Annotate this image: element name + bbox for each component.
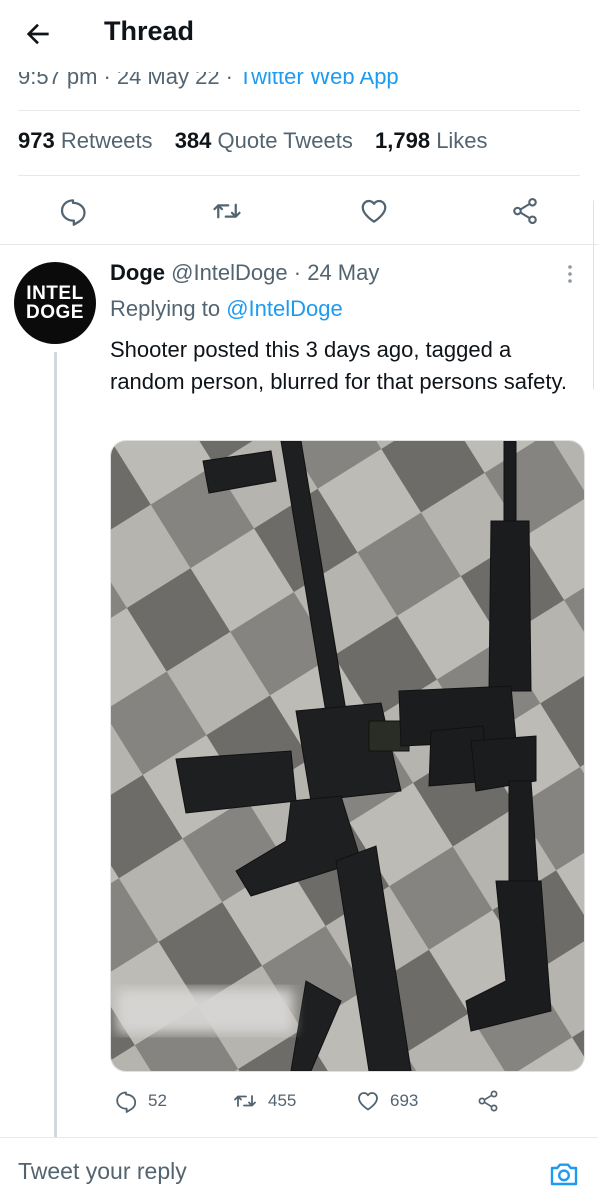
retweet-stat[interactable]: 455 — [232, 1088, 296, 1114]
tweet-media-image[interactable] — [110, 440, 585, 1072]
divider — [18, 110, 580, 111]
camera-icon[interactable] — [548, 1158, 580, 1190]
divider — [18, 175, 580, 176]
photo-rifles-on-carpet — [111, 441, 584, 1071]
share-icon[interactable] — [510, 196, 540, 226]
scrollbar[interactable] — [593, 200, 598, 390]
reply-icon — [116, 1091, 137, 1113]
likes-count[interactable]: 1,798 Likes — [375, 128, 488, 153]
tweet-header: Doge @IntelDoge · 24 May — [110, 260, 380, 285]
share-icon — [478, 1090, 498, 1112]
retweets-count[interactable]: 973 Retweets — [18, 128, 153, 153]
reply-count: 52 — [148, 1091, 167, 1110]
tweet-date[interactable]: 24 May — [307, 260, 379, 285]
thread-connector-line — [54, 352, 57, 1138]
replying-to: Replying to @IntelDoge — [110, 296, 343, 321]
retweet-icon — [234, 1095, 256, 1107]
avatar[interactable]: INTEL DOGE — [14, 262, 96, 344]
divider — [0, 244, 598, 245]
reply-input[interactable] — [18, 1158, 498, 1185]
like-icon — [358, 1092, 378, 1111]
quote-tweets-count[interactable]: 384 Quote Tweets — [175, 128, 353, 153]
tweet-text: Shooter posted this 3 days ago, tagged a… — [110, 337, 567, 394]
like-count: 693 — [390, 1091, 419, 1110]
engagement-counts: 973 Retweets 384 Quote Tweets 1,798 Like… — [18, 128, 504, 154]
share-stat[interactable] — [476, 1088, 510, 1114]
page-title: Thread — [104, 16, 195, 46]
avatar-logo-text: DOGE — [26, 302, 84, 323]
replying-to-link[interactable]: @IntelDoge — [226, 296, 343, 321]
like-stat[interactable]: 693 — [356, 1088, 418, 1114]
divider — [0, 1137, 598, 1138]
retweet-count: 455 — [268, 1091, 297, 1110]
more-options-icon[interactable] — [562, 262, 578, 286]
like-icon[interactable] — [359, 196, 389, 226]
top-bar: Thread — [0, 0, 598, 72]
retweet-icon[interactable] — [212, 196, 242, 226]
reply-icon[interactable] — [58, 196, 88, 226]
arrow-left-icon[interactable] — [22, 18, 54, 50]
author-name[interactable]: Doge — [110, 260, 165, 285]
reply-stat[interactable]: 52 — [114, 1088, 167, 1114]
author-handle[interactable]: @IntelDoge — [171, 260, 288, 285]
avatar-logo-text: INTEL — [26, 283, 84, 304]
